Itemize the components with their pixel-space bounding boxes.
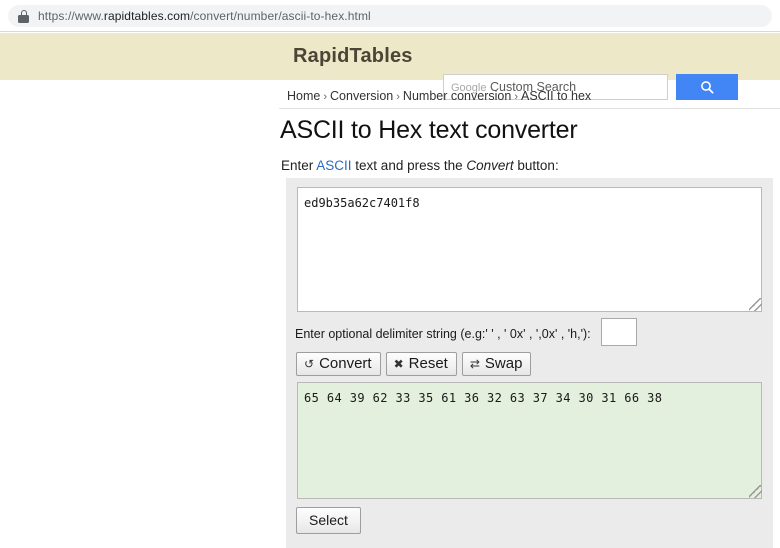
url-text: https://www.rapidtables.com/convert/numb… (38, 9, 371, 23)
reset-button[interactable]: ✖ Reset (385, 352, 457, 376)
breadcrumb-separator: › (396, 91, 400, 103)
breadcrumb-separator: › (514, 91, 518, 103)
convert-button[interactable]: ↺ Convert (296, 352, 381, 376)
page-title: ASCII to Hex text converter (280, 116, 578, 144)
breadcrumb-item-conversion[interactable]: Conversion (330, 89, 393, 103)
url-scheme: https://www. (38, 9, 104, 23)
swap-button[interactable]: ⇄ Swap (461, 352, 532, 376)
ascii-link[interactable]: ASCII (316, 158, 351, 173)
hex-output-textarea[interactable] (297, 382, 762, 499)
ascii-input-textarea[interactable] (297, 187, 762, 312)
select-button[interactable]: Select (296, 507, 361, 534)
delimiter-label: Enter optional delimiter string (e.g:' '… (295, 327, 591, 341)
instruction-text: Enter ASCII text and press the Convert b… (281, 158, 559, 173)
browser-chrome: https://www.rapidtables.com/convert/numb… (0, 0, 780, 32)
refresh-icon: ↺ (304, 356, 315, 371)
url-path: /convert/number/ascii-to-hex.html (190, 9, 371, 23)
breadcrumb-item-home[interactable]: Home (287, 89, 320, 103)
search-icon (700, 80, 714, 94)
address-bar[interactable]: https://www.rapidtables.com/convert/numb… (8, 5, 772, 27)
delimiter-row: Enter optional delimiter string (e.g:' '… (295, 318, 765, 350)
breadcrumb-item-ascii-to-hex[interactable]: ASCII to hex (521, 89, 591, 103)
instruction-prefix: Enter (281, 158, 317, 173)
swap-icon: ⇄ (469, 356, 480, 371)
converter-panel: Enter optional delimiter string (e.g:' '… (286, 178, 773, 548)
convert-button-label: Convert (319, 355, 372, 372)
header-divider (279, 108, 780, 109)
lock-icon (18, 9, 29, 23)
site-logo[interactable]: RapidTables (293, 45, 413, 68)
breadcrumb: Home › Conversion › Number conversion › ASCII … (287, 89, 591, 103)
instruction-middle: text and press the (351, 158, 467, 173)
url-domain: rapidtables.com (103, 9, 191, 23)
instruction-suffix: button: (513, 158, 559, 173)
search-button[interactable] (676, 74, 738, 100)
site-header: RapidTables Google Custom Search (0, 33, 780, 100)
breadcrumb-item-number-conversion[interactable]: Number conversion (403, 89, 511, 103)
cross-icon: ✖ (393, 356, 404, 371)
action-button-row: ↺ Convert ✖ Reset ⇄ Swap (296, 352, 532, 376)
swap-button-label: Swap (484, 355, 523, 372)
breadcrumb-separator: › (323, 91, 328, 103)
reset-button-label: Reset (408, 355, 448, 372)
instruction-emphasis: Convert (466, 158, 514, 173)
delimiter-input[interactable] (601, 318, 637, 346)
